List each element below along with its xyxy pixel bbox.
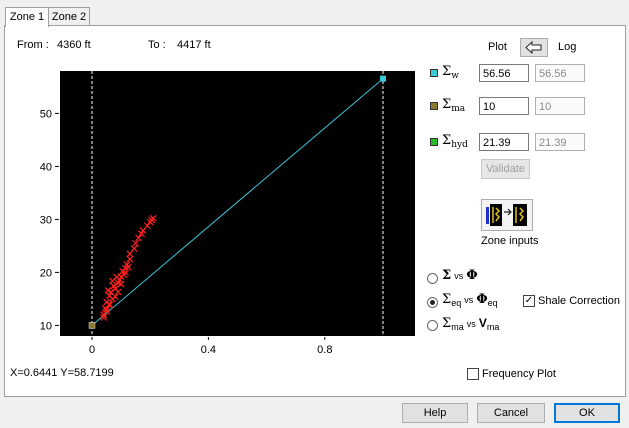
sigma-hyd-label: Σhyd	[442, 133, 468, 150]
y-tick-label: 10	[40, 320, 52, 332]
tab-zone-1[interactable]: Zone 1	[5, 7, 49, 27]
crossplot-chart[interactable]: 10 20 30 40 50 0 0.4 0.8	[5, 26, 425, 371]
x-tick-label: 0	[89, 344, 95, 356]
zone-inputs-icon	[486, 204, 527, 226]
radio-sigma-ma-vs-vma[interactable]	[427, 320, 438, 331]
y-tick-label: 50	[40, 108, 52, 120]
radio-sigma-vs-phi-label: Σ vs Φ	[442, 268, 478, 283]
plot-area	[60, 71, 415, 336]
shale-correction-label: Shale Correction	[538, 295, 620, 307]
sigma-ma-label: Σma	[442, 97, 466, 114]
shale-correction-checkbox[interactable]: ✓	[523, 295, 535, 307]
water-endpoint	[379, 75, 386, 82]
sigma-hyd-log-input: 21.39	[535, 133, 585, 151]
sigma-w-plot-input[interactable]: 56.56	[479, 64, 529, 82]
radio-sigma-vs-phi[interactable]	[427, 273, 438, 284]
matrix-endpoint	[88, 322, 96, 329]
y-tick-label: 30	[40, 214, 52, 226]
sigma-hyd-color-icon	[430, 138, 438, 146]
tab-zone-2[interactable]: Zone 2	[48, 7, 90, 26]
log-label: Log	[558, 41, 577, 53]
x-tick-label: 0.4	[201, 344, 216, 356]
sigma-w-label: Σw	[442, 64, 459, 81]
left-arrow-icon	[525, 40, 542, 55]
x-tick-label: 0.8	[317, 344, 332, 356]
frequency-plot-label: Frequency Plot	[482, 368, 556, 380]
cursor-coordinates: X=0.6441 Y=58.7199	[10, 367, 114, 379]
sigma-w-log-input: 56.56	[535, 64, 585, 82]
frequency-plot-checkbox[interactable]	[467, 368, 479, 380]
validate-button[interactable]: Validate	[481, 159, 530, 179]
sigma-w-color-icon	[430, 69, 438, 77]
cancel-button[interactable]: Cancel	[477, 403, 545, 423]
y-tick-label: 40	[40, 161, 52, 173]
y-tick-label: 20	[40, 267, 52, 279]
plot-label: Plot	[488, 41, 507, 53]
sigma-ma-color-icon	[430, 102, 438, 110]
zone-inputs-button[interactable]	[481, 199, 533, 231]
transfer-arrow-button[interactable]	[520, 38, 548, 57]
zone-panel: From : 4360 ft To : 4417 ft 10 20 30 40 50 0 0…	[4, 25, 626, 397]
ok-button[interactable]: OK	[554, 403, 620, 423]
sigma-ma-plot-input[interactable]: 10	[479, 97, 529, 115]
radio-sigma-ma-vs-vma-label: Σma vs Vma	[442, 316, 500, 332]
radio-sigma-eq-vs-phi-eq[interactable]	[427, 297, 438, 308]
sigma-ma-log-input: 10	[535, 97, 585, 115]
sigma-hyd-plot-input[interactable]: 21.39	[479, 133, 529, 151]
radio-sigma-eq-vs-phi-eq-label: Σeq vs Φeq	[442, 292, 498, 308]
help-button[interactable]: Help	[402, 403, 468, 423]
zone-inputs-label: Zone inputs	[481, 235, 539, 247]
